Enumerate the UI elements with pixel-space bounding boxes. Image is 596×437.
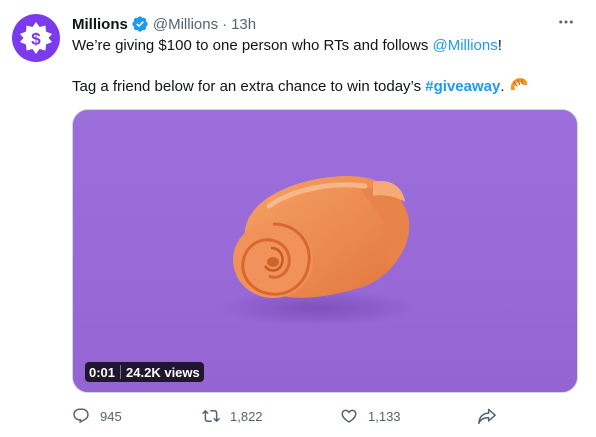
- retweet-icon: [202, 409, 220, 423]
- tweet-text-segment: Tag a friend below for an extra chance t…: [72, 78, 426, 95]
- tweet-header: Millions @Millions · 13h: [72, 13, 576, 35]
- reply-count: 945: [100, 408, 122, 424]
- author-handle[interactable]: @Millions: [153, 16, 218, 33]
- video-player[interactable]: [72, 109, 578, 393]
- tweet-text-segment: We’re giving $100 to one person who RTs …: [72, 37, 433, 54]
- tweet-text-segment: !: [497, 37, 502, 54]
- separator-dot: ·: [222, 15, 228, 33]
- hashtag-link[interactable]: #giveaway: [425, 78, 500, 95]
- tweet-timestamp[interactable]: 13h: [231, 16, 256, 33]
- croissant-icon: [509, 76, 529, 100]
- like-button[interactable]: 1,133: [340, 404, 401, 428]
- reply-button[interactable]: 945: [72, 404, 122, 428]
- svg-text:$: $: [31, 30, 41, 49]
- reply-icon: [73, 408, 89, 424]
- overlay-divider: [120, 365, 122, 379]
- dollar-badge-icon: $: [20, 22, 52, 54]
- like-count: 1,133: [368, 408, 401, 424]
- tweet-line-2: Tag a friend below for an extra chance t…: [72, 76, 576, 96]
- tweet-line-1: We’re giving $100 to one person who RTs …: [72, 36, 576, 56]
- tweet-text-segment: .: [500, 78, 505, 95]
- tweet-actions: 945 1,822 1,133: [72, 404, 576, 428]
- author-name[interactable]: Millions: [72, 16, 128, 33]
- retweet-button[interactable]: 1,822: [202, 404, 263, 428]
- video-thumbnail: [73, 110, 577, 392]
- avatar[interactable]: $: [12, 14, 60, 62]
- more-options-icon[interactable]: [554, 12, 578, 32]
- verified-badge-icon: [131, 15, 149, 33]
- video-elapsed-time: 0:01: [89, 364, 116, 380]
- share-button[interactable]: [477, 404, 497, 428]
- retweet-count: 1,822: [230, 408, 263, 424]
- share-icon: [478, 408, 496, 425]
- heart-icon: [341, 409, 357, 423]
- mention-link[interactable]: @Millions: [433, 37, 498, 54]
- video-stats-overlay: 0:01 24.2K views: [85, 362, 204, 382]
- tweet-text: We’re giving $100 to one person who RTs …: [72, 36, 576, 96]
- video-view-count: 24.2K views: [126, 364, 200, 380]
